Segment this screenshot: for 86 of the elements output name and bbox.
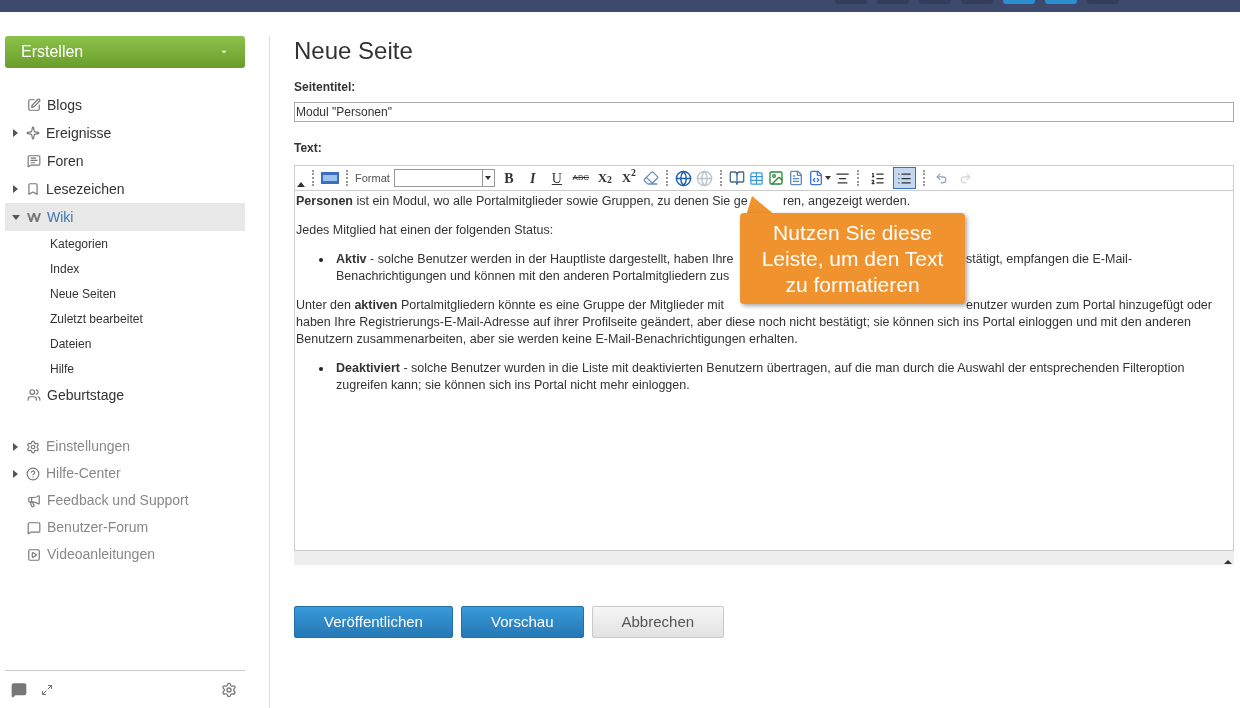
editor-text: zugreifen kann; sie können sich ins Portal nicht mehr einloggen. — [336, 377, 690, 395]
bullet-icon — [319, 367, 323, 371]
editor-text: stätigt, empfangen die E-Mail- — [966, 251, 1133, 269]
caret-right-icon[interactable] — [13, 185, 18, 193]
editor-text: Jedes Mitglied hat einen der folgenden Status: — [296, 222, 554, 240]
page-title-field[interactable]: Modul "Personen" — [294, 102, 1234, 122]
image-icon[interactable] — [767, 170, 784, 186]
nav-item[interactable]: Lesezeichen — [5, 175, 245, 203]
help-nav-item[interactable]: Videoanleitungen — [5, 541, 245, 568]
help-nav-item[interactable]: Feedback und Support — [5, 487, 245, 514]
subnav-item[interactable]: Neue Seiten — [5, 281, 245, 306]
nav-icon — [27, 547, 41, 562]
collapse-toolbar-icon[interactable] — [297, 182, 305, 187]
nav-icon — [27, 98, 41, 112]
caret-down-icon[interactable] — [12, 214, 20, 220]
nav-item[interactable]: Blogs — [5, 91, 245, 119]
subnav-item[interactable]: Kategorien — [5, 231, 245, 256]
field-label: Seitentitel: — [294, 79, 357, 96]
page-title: Neue Seite — [294, 36, 414, 66]
nav-icon — [27, 388, 41, 402]
nav-item[interactable]: Ereignisse — [5, 119, 245, 147]
caret-right-icon[interactable] — [13, 442, 18, 451]
caret-icon — [485, 176, 492, 180]
code-file-icon — [807, 170, 824, 186]
help-nav-item[interactable]: Einstellungen — [5, 433, 245, 460]
resize-icon — [1224, 560, 1232, 564]
subnav-item[interactable]: Hilfe — [5, 356, 245, 381]
bulleted-list-icon — [896, 170, 912, 186]
globe-link-icon[interactable] — [674, 169, 692, 187]
form-button[interactable]: Vorschau — [460, 606, 584, 638]
code-dropdown[interactable] — [807, 170, 831, 186]
editor-text: Benutzern zusammenarbeiten, aber sie werden keine E-Mail-Benachrichtigungen erhalten. — [296, 331, 798, 349]
nav-icon — [26, 126, 40, 140]
wiki-nav-icon — [27, 212, 41, 222]
nav-icon — [26, 466, 40, 481]
document-icon[interactable] — [787, 170, 804, 186]
editor-text: haben Ihre Registrierungs-E-Mail-Adresse auf ihrer Profilseite geändert, aber diese noch nicht bestätigt; sie können sich ins Portal einloggen und mit den anderen — [296, 314, 1191, 332]
nav-icon — [26, 439, 40, 454]
redo-icon — [959, 171, 973, 185]
editor-text: Unter den aktiven Portalmitgliedern könnte es eine Gruppe der Mitglieder mit — [296, 298, 725, 313]
form-button[interactable]: Abbrechen — [591, 606, 725, 638]
help-nav-item[interactable]: Benutzer-Forum — [5, 514, 245, 541]
format-button[interactable]: ABC — [570, 168, 591, 188]
table-icon[interactable] — [748, 170, 764, 186]
caret-right-icon[interactable] — [13, 469, 18, 478]
form-button[interactable]: Veröffentlichen — [294, 606, 453, 638]
format-button[interactable]: X$_{2}$ — [594, 168, 615, 188]
align-center-icon[interactable] — [834, 170, 850, 186]
nav-icon — [27, 493, 41, 508]
editor-text: enutzer wurden zum Portal hinzugefügt oder — [966, 297, 1212, 315]
nav-item[interactable]: Geburtstage — [5, 381, 245, 409]
subnav-item[interactable]: Zuletzt bearbeitet — [5, 306, 245, 331]
editor-text: Benachrichtigungen und können mit den anderen Portalmitgliedern zus — [336, 268, 730, 286]
numbered-list-icon — [869, 170, 885, 186]
nav-item[interactable]: Foren — [5, 147, 245, 175]
nav-icon — [27, 520, 41, 535]
format-button[interactable]: B — [498, 168, 519, 188]
editor-text: Personen ist ein Modul, wo alle Portalmitglieder sowie Gruppen, zu denen Sie ge — [296, 194, 748, 209]
nav-icon — [26, 182, 40, 196]
caret-icon — [824, 176, 831, 180]
format-button[interactable]: U — [546, 168, 567, 188]
eraser-icon[interactable] — [642, 170, 659, 186]
format-label: Format — [355, 170, 390, 186]
book-icon[interactable] — [728, 170, 745, 186]
editor-text: ren, angezeigt werden. — [783, 193, 911, 211]
help-nav-item[interactable]: Hilfe-Center — [5, 460, 245, 487]
subnav-item[interactable]: Dateien — [5, 331, 245, 356]
undo-icon — [935, 171, 949, 185]
bulleted-list-button[interactable] — [892, 167, 916, 189]
nav-item[interactable]: Wiki — [5, 203, 245, 231]
caret-right-icon[interactable] — [13, 129, 18, 137]
format-select[interactable] — [393, 169, 495, 187]
nav-icon — [27, 154, 41, 168]
editor-text: Aktiv - solche Benutzer werden in der Hauptliste dargestellt, haben Ihre — [336, 252, 734, 267]
expand-icon[interactable] — [41, 683, 53, 696]
wiki-icon[interactable] — [321, 172, 339, 184]
subnav-item[interactable]: Index — [5, 256, 245, 281]
text-editor[interactable] — [294, 165, 1234, 551]
hint-callout: Nutzen Sie diese Leiste, um den Text zu formatieren — [740, 213, 965, 304]
field-label: Text: — [294, 140, 323, 157]
settings-icon[interactable] — [221, 681, 237, 698]
bullet-icon — [319, 258, 323, 262]
editor-text: Deaktiviert - solche Benutzer wurden in die Liste mit deaktivierten Benutzern übertragen, auf die man durch die Auswahl der entsprechenden Filteroption — [336, 360, 1185, 378]
chat-icon[interactable] — [11, 681, 27, 698]
format-button[interactable]: X$^{2}$ — [618, 168, 639, 188]
format-button[interactable]: I — [522, 168, 543, 188]
